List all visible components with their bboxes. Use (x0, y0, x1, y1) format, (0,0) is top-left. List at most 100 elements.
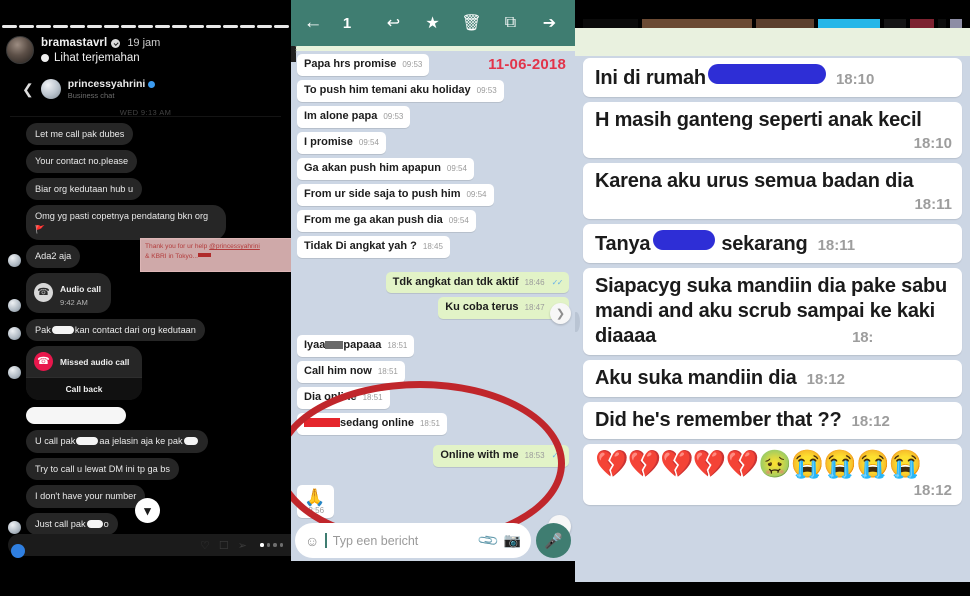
message-text: Aku suka mandiin dia (595, 367, 797, 389)
message-bubble[interactable]: Dia online 18:51 (297, 387, 390, 410)
story-author-header[interactable]: bramastavrl 19 jam Lihat terjemahan (6, 36, 285, 64)
microphone-icon[interactable]: 🎤 (536, 523, 571, 558)
table-row[interactable]: Ku coba terus 18:47 ✓✓ (291, 297, 575, 320)
message-bubble[interactable]: Tdk angkat dan tdk aktif 18:46 ✓✓ (385, 271, 569, 294)
table-row[interactable]: Im alone papa 09:53 (291, 105, 575, 128)
story-segment[interactable] (70, 25, 85, 28)
arrow-back-icon[interactable]: ← (297, 0, 329, 46)
whatsapp-zoom-message-list[interactable]: Ini di rumah 18:10 H masih ganteng seper… (575, 56, 970, 505)
message-bubble[interactable]: Aku suka mandiin dia 18:12 (583, 360, 962, 397)
message-text: I promise (304, 135, 353, 148)
dm-contact-name[interactable]: princessyahrini (68, 78, 146, 90)
dm-message-list[interactable]: Let me call pak dubes Your contact no.pl… (0, 123, 291, 596)
thumbnail (910, 19, 934, 28)
whatsapp-message-list[interactable]: 11-06-2018 Papa hrs promise 09:53 To pus… (291, 51, 575, 560)
story-segment[interactable] (223, 25, 238, 28)
page-dot-active (260, 543, 264, 547)
table-row[interactable]: 🙏 18:56 (291, 485, 575, 519)
copy-icon[interactable]: ⧉ (491, 0, 530, 46)
table-row[interactable]: From ur side saja to push him 09:54 (291, 183, 575, 206)
audio-call-bubble[interactable]: ☎ Audio call 9:42 AM (26, 272, 112, 313)
story-segment[interactable] (172, 25, 187, 28)
message-bubble[interactable]: Iyaa papaaa 18:51 (297, 335, 415, 358)
chevron-right-circle-icon[interactable]: ❯ (550, 303, 571, 324)
story-segment[interactable] (2, 25, 17, 28)
story-segment[interactable] (274, 25, 289, 28)
broken-heart-emoji-icon: 💔💔💔💔💔🤢😭😭😭😭 (595, 449, 922, 479)
table-row[interactable]: Call him now 18:51 (291, 361, 575, 384)
story-segment[interactable] (257, 25, 272, 28)
table-row[interactable]: Tdk angkat dan tdk aktif 18:46 ✓✓ (291, 271, 575, 294)
table-row[interactable]: Iyaa papaaa 18:51 (291, 335, 575, 358)
message-bubble[interactable]: Siapacyg suka mandiin dia pake sabu mand… (583, 268, 962, 355)
send-icon[interactable]: ➢ (238, 539, 247, 552)
list-item: Omg yg pasti copetnya pendatang bkn org … (0, 205, 291, 241)
star-icon[interactable]: ★ (413, 0, 452, 46)
message-bubble[interactable]: Tanya sekarang 18:11 (583, 224, 962, 263)
story-segment[interactable] (189, 25, 204, 28)
message-input[interactable]: ☺ Typ een bericht 📎 📷 (295, 523, 531, 558)
pink-annotation-note: Thank you for ur help @princessyahrini &… (140, 238, 291, 272)
heart-icon[interactable]: ♡ (200, 539, 210, 552)
message-bubble[interactable]: 🙏 18:56 (297, 485, 335, 519)
story-segment[interactable] (155, 25, 170, 28)
message-bubble[interactable]: 💔💔💔💔💔🤢😭😭😭😭 18:12 (583, 444, 962, 505)
story-segment[interactable] (87, 25, 102, 28)
story-segment[interactable] (104, 25, 119, 28)
call-back-button[interactable]: Call back (26, 377, 142, 401)
message-bubble[interactable]: I promise 09:54 (297, 131, 386, 154)
chevron-down-circle-icon[interactable]: ▾ (135, 498, 160, 523)
table-row[interactable]: From me ga akan push dia 09:54 (291, 209, 575, 232)
smiley-icon[interactable]: ☺ (305, 533, 319, 549)
blue-avatar-dot[interactable] (11, 544, 25, 558)
message-bubble[interactable]: H masih ganteng seperti anak kecil 18:10 (583, 102, 962, 158)
message-bubble[interactable]: Ga akan push him apapun 09:54 (297, 157, 474, 180)
message-bubble[interactable]: Karena aku urus semua badan dia 18:11 (583, 163, 962, 219)
camera-icon[interactable]: 📷 (504, 532, 521, 549)
dm-avatar[interactable] (40, 79, 61, 99)
story-author-name[interactable]: bramastavrl (41, 37, 107, 49)
story-segment[interactable] (240, 25, 255, 28)
redaction-block (325, 341, 344, 350)
message-bubble[interactable]: From ur side saja to push him 09:54 (297, 183, 494, 206)
story-progress-bars[interactable] (2, 25, 289, 28)
reply-arrow-icon[interactable]: ↩ (374, 0, 413, 46)
list-item: Try to call u lewat DM ini tp ga bs (0, 457, 291, 481)
story-segment[interactable] (36, 25, 51, 28)
message-bubble[interactable]: Call him now 18:51 (297, 361, 405, 384)
story-segment[interactable] (138, 25, 153, 28)
thumbnail (642, 19, 752, 28)
paperclip-icon[interactable]: 📎 (477, 528, 501, 552)
avatar[interactable] (6, 36, 34, 64)
story-segment[interactable] (206, 25, 221, 28)
story-segment[interactable] (121, 25, 136, 28)
message-bubble[interactable]: To push him temani aku holiday 09:53 (297, 79, 504, 102)
table-row[interactable]: sedang online 18:51 (291, 413, 575, 436)
chevron-left-icon[interactable]: ❮ (22, 82, 34, 96)
message-bubble[interactable]: Papa hrs promise 09:53 (297, 54, 430, 76)
trash-icon[interactable]: 🗑 (452, 0, 491, 46)
message-bubble[interactable]: Did he's remember that ?? 18:12 (583, 402, 962, 439)
instagram-action-bar[interactable]: ♡ ☐ ➢ (8, 534, 291, 556)
message-bubble[interactable]: Online with me 18:53 ✓✓ (433, 445, 569, 468)
dm-conversation-header: ❮ princessyahrini Business chat (22, 78, 156, 100)
story-segment[interactable] (53, 25, 68, 28)
missed-call-title: Missed audio call (60, 356, 130, 367)
table-row[interactable]: To push him temani aku holiday 09:53 (291, 79, 575, 102)
table-row[interactable]: Ga akan push him apapun 09:54 (291, 157, 575, 180)
table-row[interactable]: Dia online 18:51 (291, 387, 575, 410)
message-bubble[interactable]: From me ga akan push dia 09:54 (297, 209, 476, 232)
message-bubble[interactable]: sedang online 18:51 (297, 413, 447, 436)
missed-call-card[interactable]: ☎ Missed audio call Call back (26, 346, 142, 401)
message-bubble[interactable]: Im alone papa 09:53 (297, 105, 411, 128)
see-translation-link[interactable]: Lihat terjemahan (54, 52, 140, 64)
message-text: Omg yg pasti copetnya pendatang bkn org (35, 211, 209, 222)
table-row[interactable]: Online with me 18:53 ✓✓ (291, 445, 575, 468)
story-segment[interactable] (19, 25, 34, 28)
forward-arrow-icon[interactable]: ➔ (530, 0, 569, 46)
message-bubble[interactable]: Ini di rumah 18:10 (583, 58, 962, 97)
comment-icon[interactable]: ☐ (219, 539, 229, 552)
table-row[interactable]: I promise 09:54 (291, 131, 575, 154)
table-row[interactable]: Tidak Di angkat yah ? 18:45 (291, 235, 575, 258)
message-bubble[interactable]: Tidak Di angkat yah ? 18:45 (297, 235, 450, 258)
